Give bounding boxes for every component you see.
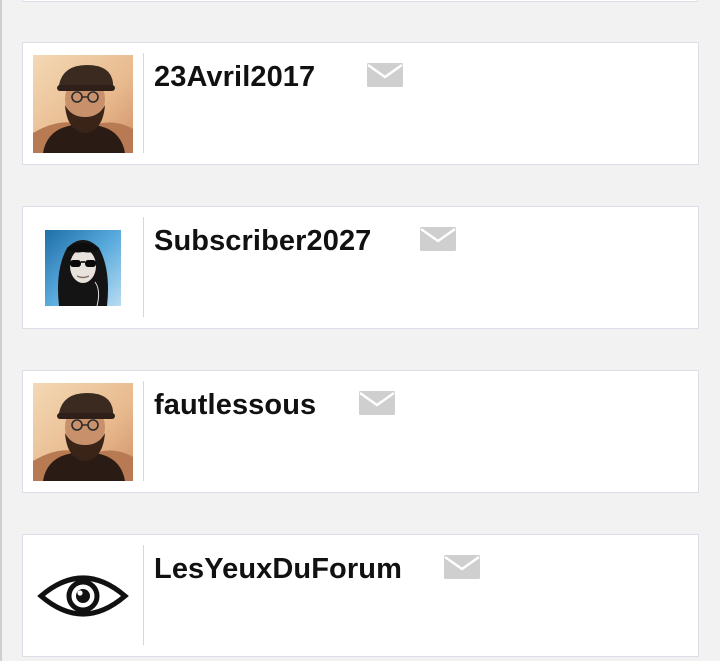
username-link[interactable]: 23Avril2017 [154,61,315,94]
username-link[interactable]: fautlessous [154,389,316,422]
bearded-man-avatar [33,383,133,481]
hooded-sunglasses-avatar [45,230,121,306]
member-card: 23Avril2017 [22,42,699,165]
divider [143,381,144,481]
eye-avatar [37,575,129,617]
envelope-icon[interactable] [367,63,403,87]
divider [143,217,144,317]
username-link[interactable]: Subscriber2027 [154,225,371,258]
username-link[interactable]: LesYeuxDuForum [154,553,402,586]
avatar[interactable] [33,219,133,317]
member-card: Subscriber2027 [22,206,699,329]
page-left-border [0,0,2,661]
previous-card-edge [22,0,698,2]
divider [143,53,144,153]
bearded-man-avatar [33,55,133,153]
member-card: LesYeuxDuForum [22,534,699,657]
avatar[interactable] [33,55,133,153]
envelope-icon[interactable] [444,555,480,579]
envelope-icon[interactable] [420,227,456,251]
avatar[interactable] [33,383,133,481]
avatar[interactable] [33,547,133,645]
divider [143,545,144,645]
envelope-icon[interactable] [359,391,395,415]
member-card: fautlessous [22,370,699,493]
